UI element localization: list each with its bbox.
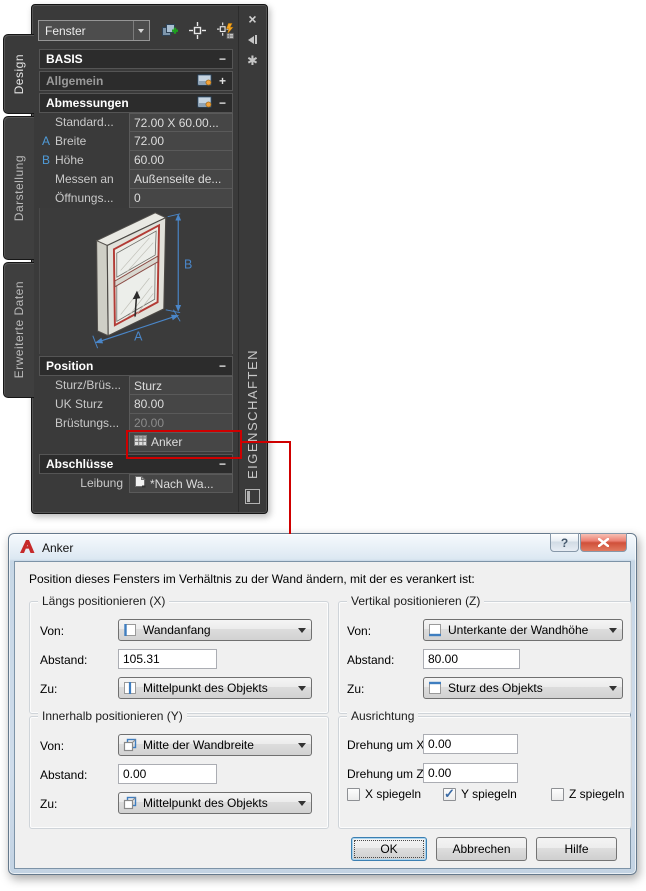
palette-vertical-title: EIGENSCHAFTEN — [245, 348, 260, 479]
property-value[interactable]: Sturz — [129, 376, 233, 395]
vertikal-abstand-input[interactable] — [423, 649, 520, 669]
property-row: Leibung *Nach Wa... — [39, 474, 233, 493]
drehung-z-input[interactable] — [423, 763, 518, 783]
innerhalb-zu-select[interactable]: Mittelpunkt des Objekts — [118, 792, 312, 814]
chevron-down-icon — [298, 800, 306, 806]
worksheet-icon[interactable] — [196, 95, 212, 111]
palette-toolbar: Fenster — [33, 6, 239, 47]
vertikal-zu-select[interactable]: Sturz des Objekts — [423, 677, 623, 699]
add-selection-icon[interactable] — [161, 22, 178, 40]
property-row: Messen an Außenseite de... — [39, 170, 233, 189]
property-value[interactable]: 72.00 X 60.00... — [129, 113, 233, 132]
section-basis[interactable]: BASIS − — [39, 49, 233, 69]
properties-menu-icon[interactable]: ✱ — [247, 54, 258, 67]
dimension-b-label: B — [184, 258, 192, 272]
dialog-body: Position dieses Fensters im Verhältnis z… — [14, 561, 632, 869]
hilfe-button[interactable]: Hilfe — [536, 837, 617, 861]
dimension-a-label: A — [134, 330, 143, 344]
tab-darstellung[interactable]: Darstellung — [3, 116, 34, 260]
property-row: Standard... 72.00 X 60.00... — [39, 113, 233, 132]
screen: Design Darstellung Erweiterte Daten Fens… — [0, 0, 646, 891]
collapse-icon[interactable]: − — [219, 457, 226, 471]
combo-arrow-icon[interactable] — [132, 21, 149, 40]
chevron-down-icon — [298, 685, 306, 691]
checkbox-y-spiegeln[interactable]: Y spiegeln — [443, 786, 517, 802]
laengs-von-select[interactable]: Wandanfang — [118, 619, 312, 641]
worksheet-icon[interactable] — [196, 73, 212, 89]
object-center-3d-icon — [123, 796, 137, 810]
tab-erweiterte-daten[interactable]: Erweiterte Daten — [3, 262, 34, 398]
close-x-icon — [598, 538, 609, 547]
wall-center-3d-icon — [123, 738, 137, 752]
auto-hide-icon[interactable] — [248, 35, 257, 44]
anker-dialog: Anker ? Position dieses Fensters im Verh… — [8, 533, 637, 875]
innerhalb-abstand-input[interactable] — [118, 764, 217, 784]
laengs-abstand-input[interactable] — [118, 649, 217, 669]
palette-icon — [245, 489, 260, 504]
checkbox-icon[interactable] — [551, 787, 564, 801]
drehung-x-input[interactable] — [423, 734, 518, 754]
property-grid: BASIS − Allgemein + Abmessungen − Standa… — [39, 49, 233, 493]
laengs-zu-select[interactable]: Mittelpunkt des Objekts — [118, 677, 312, 699]
quick-select-icon[interactable] — [217, 21, 235, 40]
dialog-title: Anker — [42, 541, 74, 555]
property-value[interactable]: 60.00 — [129, 151, 233, 170]
page-icon — [134, 475, 146, 492]
property-value[interactable]: 72.00 — [129, 132, 233, 151]
property-row: A Breite 72.00 — [39, 132, 233, 151]
chevron-down-icon — [298, 742, 306, 748]
chevron-down-icon — [298, 627, 306, 633]
group-laengs-x: Längs positionieren (X) Von: Wandanfang … — [29, 594, 329, 714]
section-allgemein[interactable]: Allgemein + — [39, 71, 233, 91]
wall-bottom-icon — [428, 623, 442, 637]
innerhalb-von-select[interactable]: Mitte der Wandbreite — [118, 734, 312, 756]
connector-line-horizontal — [240, 441, 291, 443]
property-value[interactable]: 0 — [129, 189, 233, 208]
collapse-icon[interactable]: − — [219, 96, 226, 110]
vertikal-von-select[interactable]: Unterkante der Wandhöhe — [423, 619, 623, 641]
window-preview: B A — [39, 208, 233, 354]
checkbox-z-spiegeln[interactable]: Z spiegeln — [551, 787, 624, 801]
autocad-logo-icon — [19, 539, 35, 557]
object-center-icon — [123, 681, 137, 695]
pickbox-icon[interactable] — [188, 22, 206, 40]
property-value[interactable]: Außenseite de... — [129, 170, 233, 189]
group-innerhalb-y: Innerhalb positionieren (Y) Von: Mitte d… — [29, 709, 329, 829]
dialog-intro-text: Position dieses Fensters im Verhältnis z… — [29, 572, 475, 586]
property-value[interactable]: 80.00 — [129, 395, 233, 414]
object-top-icon — [428, 681, 442, 695]
group-vertikal-z: Vertikal positionieren (Z) Von: Unterkan… — [338, 594, 632, 714]
close-icon[interactable]: × — [248, 12, 256, 26]
cancel-button[interactable]: Abbrechen — [436, 837, 527, 861]
checkbox-icon[interactable] — [443, 786, 456, 802]
section-abmessungen[interactable]: Abmessungen − — [39, 93, 233, 113]
wall-start-icon — [123, 623, 137, 637]
ok-button[interactable]: OK — [351, 837, 427, 861]
help-button[interactable]: ? — [550, 533, 579, 552]
property-row: Öffnungs... 0 — [39, 189, 233, 208]
palette-side-strip: × ✱ EIGENSCHAFTEN — [238, 6, 266, 512]
connector-line-vertical — [289, 441, 291, 534]
collapse-icon[interactable]: − — [219, 52, 226, 66]
collapse-icon[interactable]: − — [219, 359, 226, 373]
object-type-select[interactable]: Fenster — [38, 20, 150, 41]
group-ausrichtung: Ausrichtung Drehung um X: Drehung um Z: … — [338, 709, 632, 829]
property-row: B Höhe 60.00 — [39, 151, 233, 170]
property-row: UK Sturz 80.00 — [39, 395, 233, 414]
dialog-titlebar[interactable]: Anker — [19, 539, 73, 557]
property-value[interactable]: *Nach Wa... — [129, 474, 233, 493]
checkbox-icon[interactable] — [347, 787, 360, 801]
tab-design[interactable]: Design — [3, 34, 34, 114]
chevron-down-icon — [609, 627, 617, 633]
property-row: Sturz/Brüs... Sturz — [39, 376, 233, 395]
section-position[interactable]: Position − — [39, 356, 233, 376]
chevron-down-icon — [609, 685, 617, 691]
anker-highlight-box — [126, 430, 242, 459]
expand-icon[interactable]: + — [219, 74, 226, 88]
close-button[interactable] — [580, 533, 627, 552]
checkbox-x-spiegeln[interactable]: X spiegeln — [347, 787, 421, 801]
window-preview-image: B A — [92, 212, 192, 349]
object-type-value: Fenster — [45, 23, 86, 38]
window-buttons: ? — [550, 533, 627, 552]
